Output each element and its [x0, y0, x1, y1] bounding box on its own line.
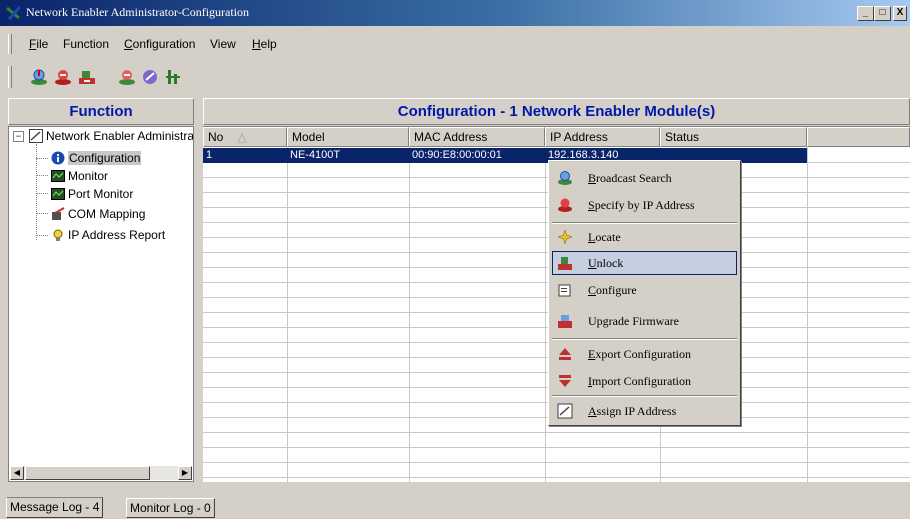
menu-item-assign-ip-address[interactable]: Assign IP Address — [552, 399, 737, 423]
scroll-left-icon[interactable]: ◀ — [10, 466, 24, 480]
monitor-icon — [51, 170, 65, 182]
assign-ip-icon — [557, 403, 573, 419]
context-menu[interactable]: Broadcast Search Specify by IP Address L… — [548, 160, 741, 426]
menu-item-import-configuration[interactable]: Import Configuration — [552, 369, 737, 393]
port-monitor-icon — [51, 188, 65, 200]
broadcast-search-icon[interactable] — [30, 68, 48, 86]
function-tree[interactable]: − Network Enabler Administrator Configur… — [8, 126, 194, 482]
tree-collapse-toggle[interactable]: − — [13, 131, 24, 142]
configure-icon — [558, 284, 571, 297]
menu-item-unlock[interactable]: Unlock — [552, 251, 737, 275]
column-header-ip[interactable]: IP Address — [545, 127, 660, 147]
sort-ascending-icon: △ — [237, 130, 247, 144]
minimize-button[interactable]: _ — [857, 6, 874, 21]
locate-icon[interactable] — [164, 68, 182, 86]
title-bar[interactable]: Network Enabler Administrator-Configurat… — [0, 0, 910, 26]
menu-help[interactable]: Help — [252, 37, 277, 51]
network-enabler-icon — [29, 129, 43, 143]
menu-separator — [552, 395, 737, 397]
menu-item-broadcast-search[interactable]: Broadcast Search — [552, 166, 737, 190]
menu-configuration[interactable]: Configuration — [124, 37, 195, 51]
export-icon — [559, 348, 571, 360]
column-header-filler — [807, 127, 910, 147]
menu-item-configure[interactable]: Configure — [552, 278, 737, 302]
menu-grip — [8, 34, 12, 54]
app-icon — [6, 5, 22, 21]
menu-bar: File Function Configuration View Help — [0, 30, 910, 58]
scroll-thumb[interactable] — [25, 466, 150, 480]
tree-item-configuration[interactable]: Configuration — [68, 151, 142, 165]
tree-item-ip-address-report[interactable]: IP Address Report — [68, 228, 165, 242]
unlock-icon — [558, 257, 572, 270]
info-icon — [51, 151, 65, 165]
ip-address-report-icon — [53, 229, 63, 241]
com-mapping-icon — [52, 207, 65, 220]
tab-monitor-log[interactable]: Monitor Log - 0 — [126, 498, 215, 518]
menu-item-export-configuration[interactable]: Export Configuration — [552, 342, 737, 366]
unlock-icon[interactable] — [78, 68, 96, 86]
toolbar — [0, 62, 910, 92]
column-header-status[interactable]: Status — [660, 127, 807, 147]
cell-no: 1 — [206, 149, 213, 161]
tab-message-log[interactable]: Message Log - 4 — [6, 497, 104, 518]
menu-separator — [552, 338, 737, 340]
specify-ip-icon — [558, 198, 572, 212]
scroll-right-icon[interactable]: ▶ — [178, 466, 192, 480]
specify-ip-icon[interactable] — [54, 68, 72, 86]
tree-item-com-mapping[interactable]: COM Mapping — [68, 207, 145, 221]
maximize-button[interactable]: □ — [874, 6, 891, 21]
import-icon — [559, 375, 571, 387]
configure-icon[interactable] — [118, 68, 136, 86]
tree-item-port-monitor[interactable]: Port Monitor — [68, 187, 133, 201]
empty-grid-row — [203, 448, 910, 463]
menu-item-specify-by-ip[interactable]: Specify by IP Address — [552, 193, 737, 217]
upgrade-icon[interactable] — [141, 68, 159, 86]
tree-root-label[interactable]: Network Enabler Administrator — [46, 129, 193, 143]
column-header-model[interactable]: Model — [287, 127, 409, 147]
close-button[interactable]: X — [893, 6, 907, 21]
broadcast-search-icon — [558, 171, 572, 185]
menu-function[interactable]: Function — [63, 37, 109, 51]
cell-mac: 00:90:E8:00:00:01 — [412, 149, 502, 161]
menu-item-upgrade-firmware[interactable]: Upgrade Firmware — [552, 309, 737, 333]
tree-horizontal-scrollbar[interactable]: ◀ ▶ — [10, 466, 192, 480]
menu-separator — [552, 222, 737, 224]
configuration-header: Configuration - 1 Network Enabler Module… — [203, 98, 910, 125]
column-header-mac[interactable]: MAC Address — [409, 127, 545, 147]
empty-grid-row — [203, 433, 910, 448]
function-header: Function — [8, 98, 194, 125]
menu-item-locate[interactable]: Locate — [552, 225, 737, 249]
upgrade-firmware-icon — [558, 315, 572, 328]
cell-model: NE-4100T — [290, 149, 341, 161]
toolbar-grip — [8, 66, 12, 88]
log-tabs: Message Log - 4 Monitor Log - 0 — [0, 491, 910, 519]
menu-file[interactable]: File — [29, 37, 48, 51]
window-title: Network Enabler Administrator-Configurat… — [26, 5, 250, 19]
menu-view[interactable]: View — [210, 37, 236, 51]
empty-grid-row — [203, 463, 910, 478]
column-header-no[interactable]: No △ — [203, 127, 287, 147]
locate-icon — [557, 229, 573, 245]
tree-item-monitor[interactable]: Monitor — [68, 169, 108, 183]
